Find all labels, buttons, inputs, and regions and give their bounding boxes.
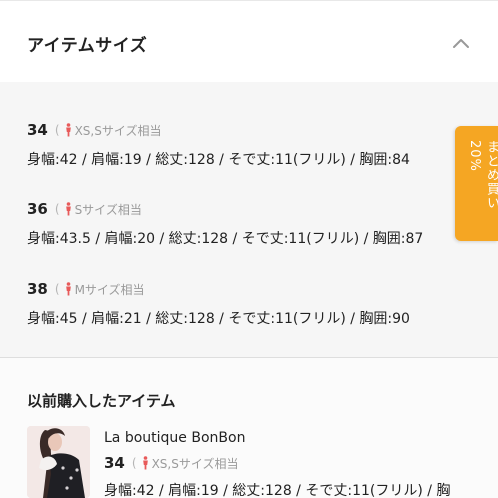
size-equivalent: Mサイズ相当 bbox=[74, 282, 145, 297]
size-measurements: 身幅:45 / 肩幅:21 / 総丈:128 / そで丈:11(フリル) / 胸… bbox=[27, 311, 410, 327]
size-note: ( Mサイズ相当 bbox=[55, 281, 145, 298]
person-icon bbox=[65, 282, 71, 296]
size-row-34: 34 ( XS,Sサイズ相当 身幅:42 / 肩幅:19 / 総丈:128 / … bbox=[27, 120, 410, 169]
size-note: ( Sサイズ相当 bbox=[55, 201, 142, 218]
paren: ( bbox=[54, 202, 60, 216]
person-icon bbox=[142, 456, 148, 470]
previous-purchase-title: 以前購入したアイテム bbox=[27, 392, 176, 410]
previous-item-measurements: 身幅:42 / 肩幅:19 / 総丈:128 / そで丈:11(フリル) / 胸 bbox=[104, 483, 451, 498]
previous-purchase-section: 以前購入したアイテム La boutique BonBon 34 (XS,Sサ… bbox=[0, 358, 498, 498]
item-size-screen: アイテムサイズ 34 ( XS,Sサイズ相当 身幅:42 / 肩幅:19 / 総… bbox=[0, 0, 498, 498]
size-number: 34 bbox=[104, 454, 125, 472]
person-icon bbox=[65, 202, 71, 216]
size-measurements: 身幅:42 / 肩幅:19 / 総丈:128 / そで丈:11(フリル) / 胸… bbox=[27, 152, 410, 168]
size-row-38: 38 ( Mサイズ相当 身幅:45 / 肩幅:21 / 総丈:128 / そで丈… bbox=[27, 279, 410, 328]
chevron-up-icon[interactable] bbox=[452, 37, 470, 49]
previous-item-thumbnail[interactable] bbox=[27, 426, 90, 498]
size-equivalent: Sサイズ相当 bbox=[74, 202, 142, 217]
paren: ( bbox=[131, 456, 137, 470]
size-equivalent: XS,Sサイズ相当 bbox=[74, 123, 162, 138]
dress-photo bbox=[27, 426, 90, 498]
size-note: ( XS,Sサイズ相当 bbox=[55, 122, 162, 139]
size-number: 36 bbox=[27, 200, 48, 218]
size-measurements: 身幅:43.5 / 肩幅:20 / 総丈:128 / そで丈:11(フリル) /… bbox=[27, 231, 424, 247]
paren: ( bbox=[54, 282, 60, 296]
size-note: ( XS,Sサイズ相当 bbox=[132, 455, 239, 472]
section-title: アイテムサイズ bbox=[27, 36, 148, 56]
previous-item-brand: La boutique BonBon bbox=[104, 430, 246, 446]
bulk-discount-label: まとめ買い20% bbox=[467, 140, 498, 210]
item-size-accordion-header[interactable]: アイテムサイズ bbox=[0, 0, 498, 82]
previous-item-size: 34 ( XS,Sサイズ相当 bbox=[104, 453, 238, 473]
bulk-discount-tab[interactable]: まとめ買い20% bbox=[455, 126, 498, 241]
size-number: 34 bbox=[27, 121, 48, 139]
size-equivalent: XS,Sサイズ相当 bbox=[151, 456, 239, 471]
size-row-36: 36 ( Sサイズ相当 身幅:43.5 / 肩幅:20 / 総丈:128 / そ… bbox=[27, 199, 423, 248]
person-icon bbox=[65, 123, 71, 137]
paren: ( bbox=[54, 123, 60, 137]
size-number: 38 bbox=[27, 280, 48, 298]
